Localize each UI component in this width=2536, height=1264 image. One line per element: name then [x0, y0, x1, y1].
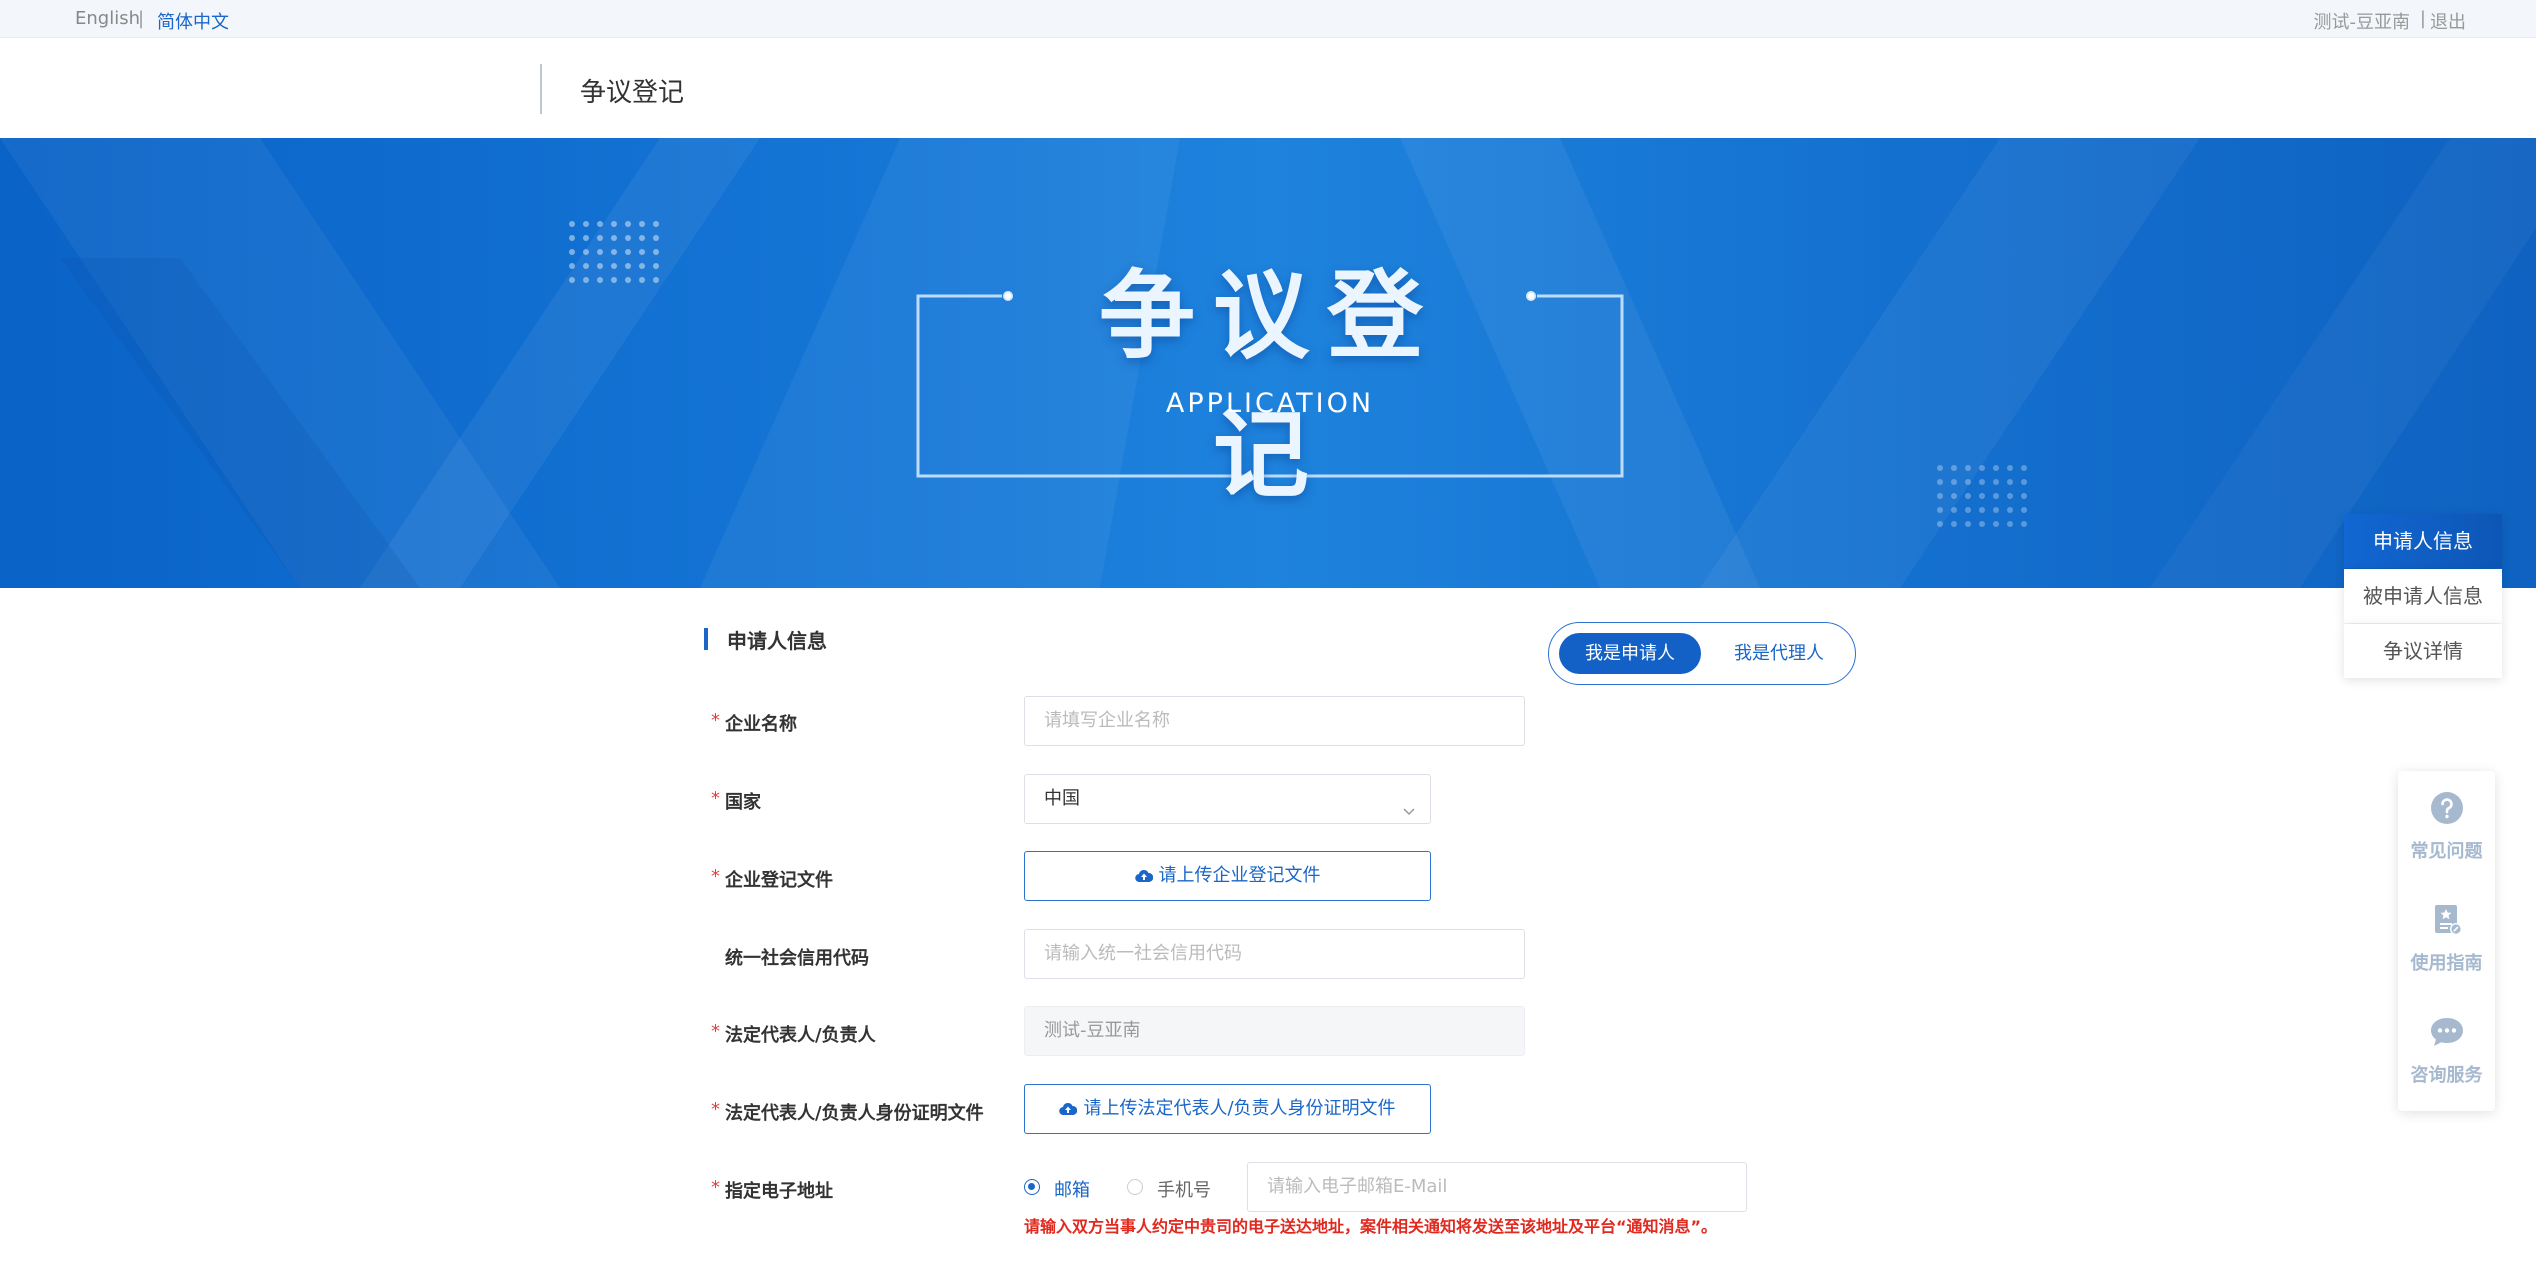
- consult-button[interactable]: 咨询服务: [2398, 1015, 2495, 1087]
- role-toggle: 我是申请人 我是代理人: [1548, 622, 1856, 685]
- email-warning-text: 请输入双方当事人约定中贵司的电子送达地址，案件相关通知将发送至该地址及平台“通知…: [1024, 1217, 1718, 1236]
- page-header: 争议登记: [0, 38, 2536, 138]
- email-input[interactable]: 请输入电子邮箱E-Mail: [1247, 1162, 1747, 1212]
- section-title: 申请人信息: [727, 629, 827, 653]
- upload-registration-file-button[interactable]: 请上传企业登记文件: [1024, 851, 1431, 901]
- top-bar: English | 简体中文 测试-豆亚南 | 退出: [0, 0, 2536, 38]
- email-address-label: 指定电子地址: [725, 1181, 833, 1202]
- sidenav-item-applicant[interactable]: 申请人信息: [2344, 514, 2502, 568]
- user-name[interactable]: 测试-豆亚南: [2314, 8, 2411, 34]
- language-english-link[interactable]: English: [75, 8, 140, 29]
- required-mark: *: [711, 1099, 720, 1120]
- cloud-upload-icon: [1134, 854, 1153, 901]
- page-title: 争议登记: [580, 78, 685, 108]
- help-panel: 常见问题 使用指南 咨询服务: [2398, 771, 2495, 1111]
- chevron-down-icon: [1402, 789, 1416, 837]
- user-separator: |: [2419, 8, 2426, 29]
- guide-book-icon: [2398, 903, 2495, 941]
- role-agent-button[interactable]: 我是代理人: [1711, 633, 1847, 674]
- upload-registration-file-label: 请上传企业登记文件: [1158, 865, 1321, 886]
- radio-email[interactable]: [1024, 1179, 1040, 1195]
- legal-rep-input[interactable]: 测试-豆亚南: [1024, 1006, 1525, 1056]
- legal-rep-label: 法定代表人/负责人: [725, 1025, 876, 1046]
- country-value: 中国: [1044, 788, 1080, 809]
- credit-code-label: 统一社会信用代码: [725, 948, 869, 969]
- role-applicant-button[interactable]: 我是申请人: [1559, 633, 1701, 674]
- sidenav-item-dispute-details[interactable]: 争议详情: [2344, 624, 2502, 678]
- chat-bubble-icon: [2398, 1015, 2495, 1053]
- required-mark: *: [711, 710, 720, 731]
- guide-label: 使用指南: [2410, 953, 2483, 974]
- radio-phone-label[interactable]: 手机号: [1157, 1176, 1211, 1202]
- upload-legal-rep-id-button[interactable]: 请上传法定代表人/负责人身份证明文件: [1024, 1084, 1431, 1134]
- language-chinese-link[interactable]: 简体中文: [157, 8, 229, 34]
- logout-link[interactable]: 退出: [2430, 8, 2466, 34]
- required-mark: *: [711, 788, 720, 809]
- faq-label: 常见问题: [2410, 841, 2483, 862]
- consult-label: 咨询服务: [2410, 1065, 2483, 1086]
- registration-file-label: 企业登记文件: [725, 870, 833, 891]
- credit-code-input[interactable]: 请输入统一社会信用代码: [1024, 929, 1525, 979]
- section-accent-bar: [704, 628, 708, 650]
- faq-button[interactable]: 常见问题: [2398, 791, 2495, 863]
- required-mark: *: [711, 1021, 720, 1042]
- header-divider: [540, 64, 542, 114]
- banner-title: 争议登记: [1099, 260, 1441, 511]
- guide-button[interactable]: 使用指南: [2398, 903, 2495, 975]
- country-select[interactable]: 中国: [1024, 774, 1431, 824]
- company-name-label: 企业名称: [725, 714, 797, 735]
- legal-rep-id-label: 法定代表人/负责人身份证明文件: [725, 1103, 984, 1124]
- company-name-input[interactable]: 请填写企业名称: [1024, 696, 1525, 746]
- language-separator: |: [138, 8, 145, 29]
- required-mark: *: [711, 1177, 720, 1198]
- hero-banner: 争议登记 APPLICATION: [0, 138, 2536, 588]
- required-mark: *: [711, 866, 720, 887]
- sidenav-item-respondent[interactable]: 被申请人信息: [2344, 569, 2502, 623]
- radio-email-label[interactable]: 邮箱: [1054, 1176, 1090, 1202]
- banner-subtitle: APPLICATION: [1165, 388, 1375, 419]
- question-icon: [2398, 791, 2495, 829]
- radio-phone[interactable]: [1127, 1179, 1143, 1195]
- cloud-upload-icon: [1059, 1087, 1078, 1134]
- country-label: 国家: [725, 792, 761, 813]
- upload-legal-rep-id-label: 请上传法定代表人/负责人身份证明文件: [1083, 1098, 1396, 1119]
